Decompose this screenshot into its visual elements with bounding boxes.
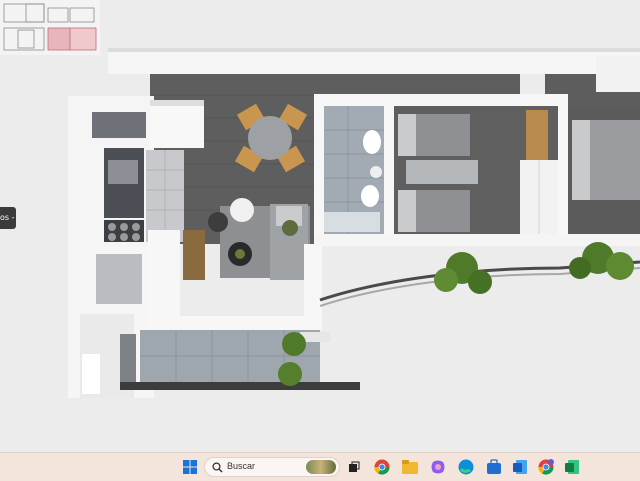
minimap-drawing xyxy=(0,0,100,55)
file-explorer-icon[interactable] xyxy=(400,457,420,477)
chrome-profile-icon[interactable] xyxy=(536,457,556,477)
bidet xyxy=(361,185,379,207)
copilot-icon[interactable] xyxy=(428,457,448,477)
side-panel-tab[interactable]: os - xyxy=(0,207,16,229)
minimap-thumbnail[interactable] xyxy=(0,0,100,55)
task-view-icon[interactable] xyxy=(344,457,364,477)
side-panel-tab-label: os - xyxy=(0,213,15,222)
excel-icon[interactable] xyxy=(562,457,582,477)
search-highlight-image xyxy=(306,460,336,474)
edge-icon[interactable] xyxy=(456,457,476,477)
taskbar-search[interactable]: Buscar xyxy=(204,457,340,477)
tv-console xyxy=(183,230,205,280)
taskbar: Buscar xyxy=(0,452,640,481)
floor-plan-render xyxy=(0,0,640,452)
microsoft-store-icon[interactable] xyxy=(484,457,504,477)
toilet xyxy=(363,130,381,154)
desk xyxy=(526,110,548,162)
search-placeholder: Buscar xyxy=(227,461,256,471)
windows-start-icon[interactable] xyxy=(180,457,200,477)
range-hood xyxy=(92,112,146,138)
chrome-icon[interactable] xyxy=(372,457,392,477)
search-icon xyxy=(212,462,223,473)
word-icon[interactable] xyxy=(510,457,530,477)
